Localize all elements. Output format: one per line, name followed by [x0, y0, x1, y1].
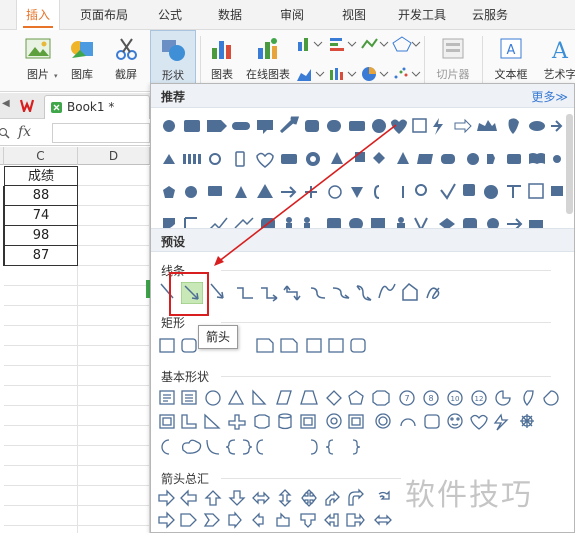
- tab-formulas[interactable]: 公式: [148, 0, 192, 30]
- basic-shapes-grid[interactable]: 7 8 10 12: [157, 388, 565, 460]
- rectangles-label: 矩形: [161, 316, 186, 330]
- menu-bar: 插入 页面布局 公式 数据 审阅 视图 开发工具 云服务: [0, 0, 575, 31]
- tooltip: 箭头: [198, 325, 238, 349]
- recommended-shapes-grid[interactable]: [157, 114, 565, 228]
- basic-shapes-label: 基本形状: [161, 370, 210, 384]
- gallery-label: 图库: [71, 68, 93, 81]
- slicer-icon: [442, 38, 464, 59]
- column-chart-icon[interactable]: [296, 36, 326, 52]
- online-chart-icon: [258, 38, 277, 59]
- scatter-chart-icon[interactable]: [392, 66, 422, 82]
- block-arrows-grid[interactable]: [157, 488, 397, 533]
- rectangles-row[interactable]: [157, 336, 377, 356]
- section-divider: [221, 376, 551, 377]
- svg-text:10: 10: [451, 395, 460, 403]
- online-chart-label: 在线图表: [246, 68, 290, 81]
- picture-button[interactable]: 图片 ▾: [18, 30, 58, 92]
- wps-logo-icon[interactable]: [20, 99, 34, 112]
- tab-view[interactable]: 视图: [332, 0, 376, 30]
- svg-text:A: A: [551, 39, 569, 62]
- wordart-icon: A: [551, 39, 569, 62]
- gallery-icon: [71, 41, 93, 58]
- tab-cloud[interactable]: 云服务: [462, 0, 518, 30]
- shapes-dropdown: 推荐 更多≫ 预设 线条 矩形 基本形状 7 8 10 12 箭头总汇: [150, 83, 575, 533]
- cell-c3[interactable]: 74: [4, 206, 78, 226]
- stock-chart-icon[interactable]: [328, 66, 358, 82]
- scissors-icon: [116, 38, 137, 60]
- document-tab-label: Book1 *: [67, 100, 115, 114]
- tab-developer[interactable]: 开发工具: [392, 0, 452, 30]
- radar-chart-icon[interactable]: [392, 36, 422, 52]
- formula-input[interactable]: [52, 123, 150, 143]
- more-link[interactable]: 更多≫: [531, 88, 568, 105]
- zoom-icon[interactable]: [0, 126, 10, 140]
- ribbon-separator: [482, 36, 483, 86]
- cell-c2[interactable]: 88: [4, 186, 78, 206]
- cell-c5[interactable]: 87: [4, 246, 78, 266]
- document-tab[interactable]: Book1 *: [44, 95, 150, 119]
- recommended-header: 推荐 更多≫: [151, 84, 574, 108]
- section-divider: [221, 322, 551, 323]
- arrow-highlight-box: [169, 272, 209, 316]
- tab-insert[interactable]: 插入: [16, 0, 60, 31]
- function-icon[interactable]: fx: [18, 124, 31, 140]
- gallery-button[interactable]: 图库: [62, 30, 102, 92]
- ribbon-separator: [200, 36, 201, 86]
- scrollbar-thumb[interactable]: [566, 114, 573, 214]
- screenshot-label: 截屏: [115, 68, 137, 81]
- picture-icon: [25, 38, 51, 59]
- bar-chart-h-icon[interactable]: [328, 36, 358, 52]
- tab-data[interactable]: 数据: [208, 0, 252, 30]
- shapes-icon: [162, 40, 185, 61]
- cell-c4[interactable]: 98: [4, 226, 78, 246]
- empty-cells[interactable]: [4, 266, 78, 533]
- area-chart-icon[interactable]: [296, 66, 326, 82]
- textbox-icon: A: [500, 38, 522, 59]
- tab-page-layout[interactable]: 页面布局: [74, 0, 134, 30]
- ribbon-separator: [424, 36, 425, 86]
- svg-text:A: A: [507, 43, 516, 58]
- section-divider: [221, 270, 551, 271]
- svg-text:8: 8: [428, 394, 433, 403]
- pie-chart-icon[interactable]: [360, 66, 390, 82]
- tab-review[interactable]: 审阅: [270, 0, 314, 30]
- textbox-label: 文本框: [494, 68, 528, 81]
- section-divider: [221, 478, 401, 479]
- app-window: { "menu": {"tabs": [ {"label": "插入", "ac…: [0, 0, 575, 533]
- presets-header: 预设: [151, 228, 574, 252]
- empty-cells[interactable]: [78, 166, 150, 533]
- column-header-c[interactable]: C: [4, 147, 78, 165]
- column-header-d[interactable]: D: [78, 147, 150, 165]
- shapes-label: 形状: [162, 69, 184, 82]
- spreadsheet-file-icon: [51, 102, 62, 113]
- ribbon-cut-off-button[interactable]: [0, 30, 6, 92]
- chart-label: 图表: [211, 68, 233, 81]
- chevron-down-icon: ▾: [54, 72, 58, 80]
- picture-label: 图片: [27, 68, 49, 81]
- bar-chart-icon: [212, 41, 231, 59]
- svg-text:12: 12: [475, 395, 484, 403]
- svg-text:7: 7: [404, 394, 409, 403]
- cell-border: [0, 186, 4, 266]
- scroll-left-icon[interactable]: ◀: [2, 98, 10, 109]
- slicer-label: 切片器: [436, 68, 470, 81]
- line-chart-icon[interactable]: [360, 36, 390, 52]
- cell-c1[interactable]: 成绩: [4, 166, 78, 186]
- block-arrows-label: 箭头总汇: [161, 472, 210, 486]
- art-text-label: 艺术字: [543, 68, 575, 81]
- presets-title: 预设: [161, 235, 186, 249]
- watermark: 软件技巧: [405, 478, 533, 513]
- recommended-title: 推荐: [161, 90, 186, 104]
- screenshot-button[interactable]: 截屏: [106, 30, 146, 92]
